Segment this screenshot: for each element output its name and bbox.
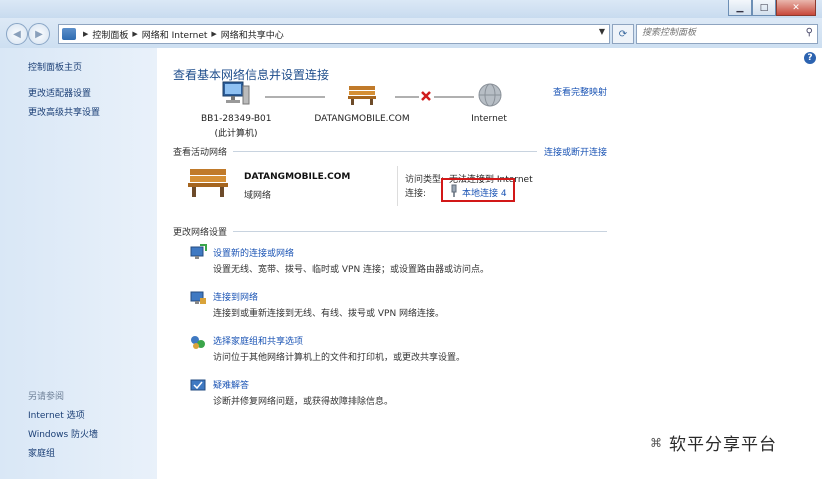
bench-network-icon[interactable] xyxy=(347,84,377,106)
troubleshoot-desc: 诊断并修复网络问题，或获得故障排除信息。 xyxy=(213,397,394,407)
node-label-computer: BB1-28349-B01 xyxy=(201,114,272,124)
section-divider xyxy=(233,231,607,232)
sidebar-item-advanced-sharing[interactable]: 更改高级共享设置 xyxy=(28,105,100,118)
connect-to-network-desc: 连接到或重新连接到无线、有线、拨号或 VPN 网络连接。 xyxy=(213,309,445,319)
internet-globe-icon[interactable] xyxy=(477,82,503,108)
homegroup-sharing-link[interactable]: 选择家庭组和共享选项 xyxy=(213,334,303,347)
connection-line xyxy=(395,96,419,98)
refresh-button[interactable]: ⟳ xyxy=(612,24,634,44)
connection-line xyxy=(265,96,325,98)
search-input[interactable] xyxy=(637,25,797,41)
disconnected-x-icon xyxy=(421,91,431,101)
breadcrumb-network-internet[interactable]: 网络和 Internet xyxy=(142,28,208,41)
node-sublabel-computer: (此计算机) xyxy=(214,129,258,139)
chevron-right-icon: ▶ xyxy=(83,30,89,38)
new-connection-icon xyxy=(190,244,207,259)
search-icon[interactable]: ⚲ xyxy=(806,27,813,38)
connect-to-network-link[interactable]: 连接到网络 xyxy=(213,290,258,303)
local-connection-4-link[interactable]: 本地连接 4 xyxy=(462,186,507,199)
sidebar-item-change-adapter-settings[interactable]: 更改适配器设置 xyxy=(28,86,91,99)
setup-new-connection-link[interactable]: 设置新的连接或网络 xyxy=(213,246,294,259)
chevron-right-icon: ▶ xyxy=(132,30,138,38)
network-sharing-center-window: ▁ □ ✕ ◀ ▶ ▶ 控制面板 ▶ 网络和 Internet ▶ 网络和共享中… xyxy=(0,0,822,479)
connection-line xyxy=(434,96,474,98)
bench-network-icon xyxy=(188,169,228,197)
connect-disconnect-link[interactable]: 连接或断开连接 xyxy=(544,145,607,158)
title-bar: ▁ □ ✕ xyxy=(0,0,822,18)
sidebar: 控制面板主页 更改适配器设置 更改高级共享设置 另请参阅 Internet 选项… xyxy=(0,48,157,479)
page-title: 查看基本网络信息并设置连接 xyxy=(173,68,330,82)
change-settings-heading: 更改网络设置 xyxy=(173,228,228,238)
connection-label: 连接: xyxy=(405,189,427,199)
setup-new-connection-desc: 设置无线、宽带、拨号、临时或 VPN 连接；或设置路由器或访问点。 xyxy=(213,265,490,275)
homegroup-sharing-desc: 访问位于其他网络计算机上的文件和打印机，或更改共享设置。 xyxy=(213,353,466,363)
homegroup-icon xyxy=(191,336,205,349)
wechat-icon: ⌘ xyxy=(650,435,663,450)
minimize-button[interactable]: ▁ xyxy=(728,0,752,16)
search-box: ⚲ xyxy=(636,24,818,44)
network-type: 域网络 xyxy=(244,191,272,201)
close-button[interactable]: ✕ xyxy=(776,0,816,16)
connect-network-icon xyxy=(190,291,206,304)
network-name: DATANGMOBILE.COM xyxy=(244,172,351,182)
troubleshoot-link[interactable]: 疑难解答 xyxy=(213,378,249,391)
maximize-button[interactable]: □ xyxy=(752,0,776,16)
window-controls: ▁ □ ✕ xyxy=(728,0,816,16)
help-icon[interactable]: ? xyxy=(804,52,816,64)
main-content: ? 查看基本网络信息并设置连接 查看完整映射 BB1-28349-B01 (此计… xyxy=(157,48,822,479)
active-networks-heading: 查看活动网络 xyxy=(173,148,228,158)
back-arrow-icon: ◀ xyxy=(13,28,21,40)
network-adapter-icon xyxy=(451,184,457,197)
address-bar[interactable]: ▶ 控制面板 ▶ 网络和 Internet ▶ 网络和共享中心 ▼ xyxy=(58,24,610,44)
access-type-label: 访问类型: xyxy=(405,175,445,185)
forward-arrow-icon: ▶ xyxy=(35,28,43,40)
see-also-windows-firewall[interactable]: Windows 防火墙 xyxy=(28,427,98,440)
control-panel-icon xyxy=(62,28,76,40)
watermark: ⌘ 软平分享平台 xyxy=(650,430,777,455)
divider xyxy=(397,166,398,206)
chevron-right-icon: ▶ xyxy=(211,30,217,38)
see-also-internet-options[interactable]: Internet 选项 xyxy=(28,408,85,421)
back-button[interactable]: ◀ xyxy=(6,23,28,45)
dropdown-arrow-icon[interactable]: ▼ xyxy=(599,27,605,36)
computer-icon[interactable] xyxy=(221,80,251,108)
section-divider xyxy=(233,151,537,152)
sidebar-item-control-panel-home[interactable]: 控制面板主页 xyxy=(28,60,82,73)
forward-button[interactable]: ▶ xyxy=(28,23,50,45)
watermark-text: 软平分享平台 xyxy=(669,435,777,455)
see-also-title: 另请参阅 xyxy=(28,392,65,402)
node-label-internet: Internet xyxy=(471,114,507,124)
node-label-domain: DATANGMOBILE.COM xyxy=(314,114,410,124)
breadcrumb-control-panel[interactable]: 控制面板 xyxy=(92,28,128,41)
troubleshoot-icon xyxy=(190,379,206,391)
see-also-homegroup[interactable]: 家庭组 xyxy=(28,446,55,459)
address-toolbar: ◀ ▶ ▶ 控制面板 ▶ 网络和 Internet ▶ 网络和共享中心 ▼ ⟳ … xyxy=(0,18,822,48)
breadcrumb-network-sharing-center[interactable]: 网络和共享中心 xyxy=(221,28,284,41)
refresh-icon: ⟳ xyxy=(618,28,628,40)
see-full-map-link[interactable]: 查看完整映射 xyxy=(553,85,607,98)
